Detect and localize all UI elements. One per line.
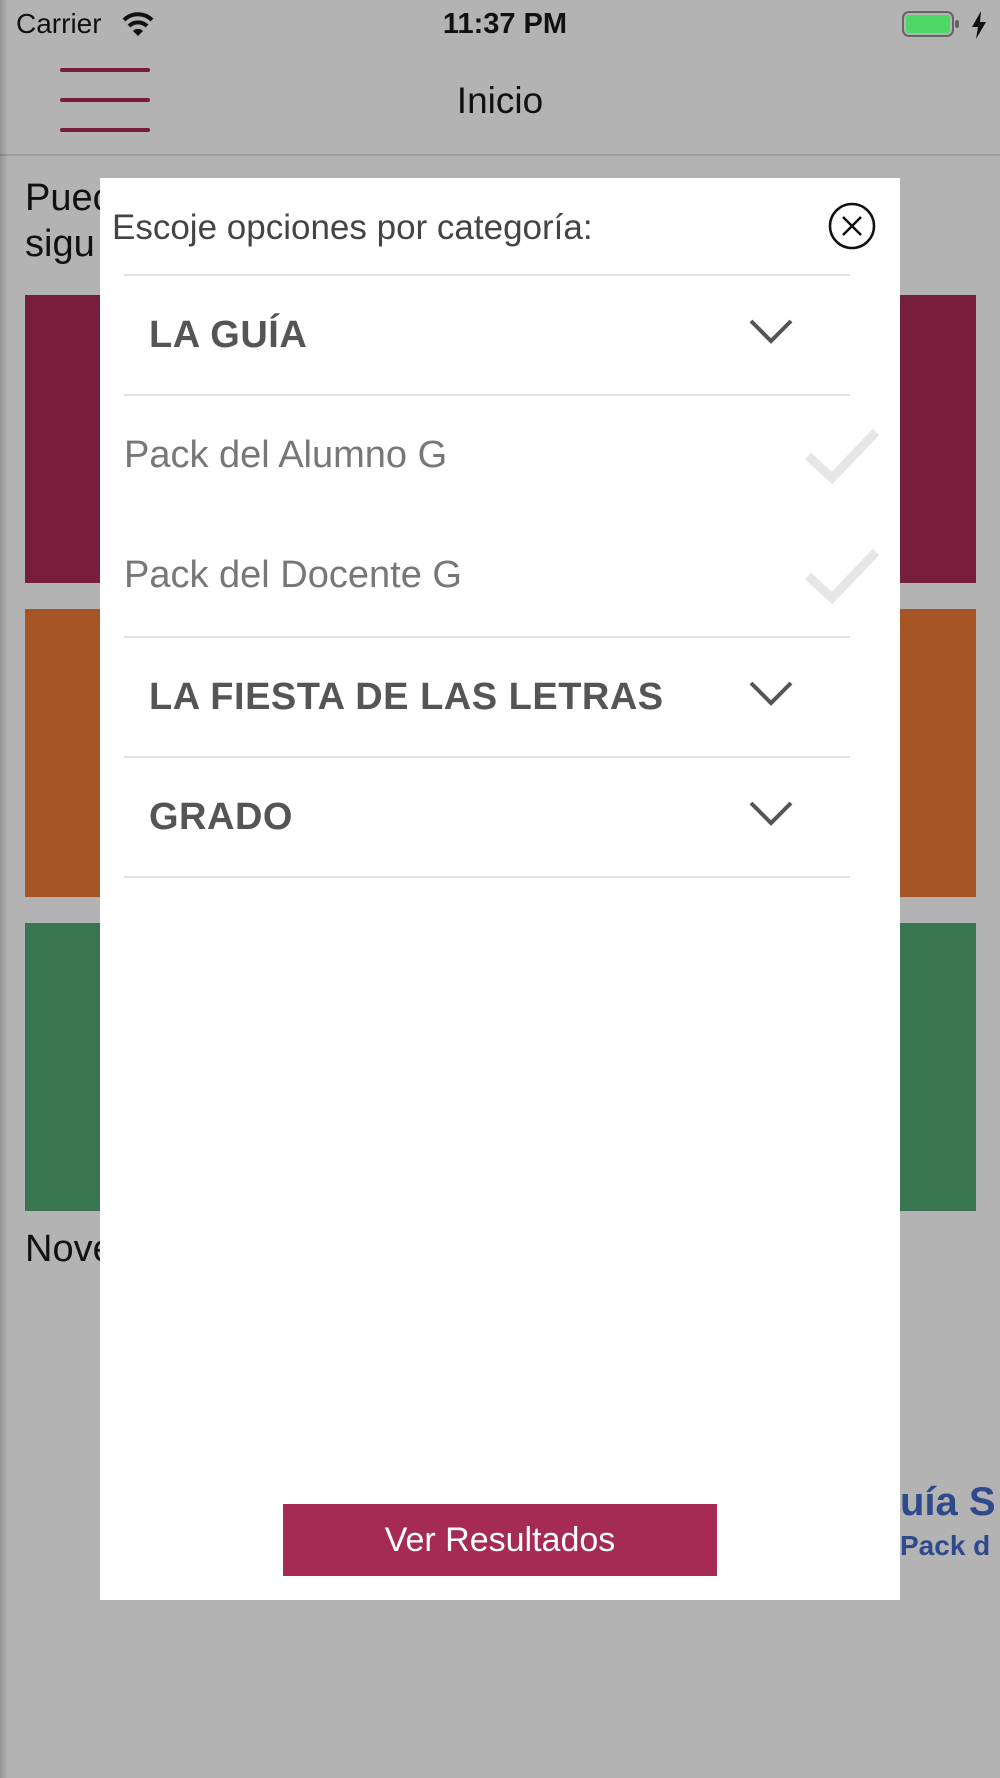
category-row-la-fiesta-de-las-letras[interactable]: LA FIESTA DE LAS LETRAS xyxy=(124,638,850,756)
status-bar: Carrier 11:37 PM xyxy=(0,0,1000,50)
charging-bolt-icon xyxy=(972,11,986,39)
chevron-down-icon xyxy=(749,801,793,826)
checkmark-icon[interactable] xyxy=(804,426,880,486)
promo-subtitle: Pack d xyxy=(900,1530,991,1561)
modal-header: Escoje opciones por categoría: xyxy=(112,208,593,247)
category-label: LA GUÍA xyxy=(149,314,308,356)
promo-title: uía S xyxy=(900,1480,996,1524)
ver-resultados-button[interactable]: Ver Resultados xyxy=(283,1504,717,1576)
divider xyxy=(124,876,850,878)
category-row-grado[interactable]: GRADO xyxy=(124,758,850,876)
category-row-la-guia[interactable]: LA GUÍA xyxy=(124,276,850,394)
page-title: Inicio xyxy=(456,80,544,121)
close-icon[interactable] xyxy=(828,202,876,250)
category-label: GRADO xyxy=(149,796,293,838)
section-title: Nove xyxy=(25,1228,105,1270)
option-row-pack-docente[interactable]: Pack del Docente G xyxy=(124,516,880,634)
filter-modal: Escoje opciones por categoría: LA GUÍA P… xyxy=(100,178,900,1600)
battery-icon xyxy=(902,11,959,37)
edge-shadow xyxy=(0,0,8,1778)
option-label: Pack del Docente G xyxy=(124,554,462,596)
chevron-down-icon xyxy=(749,681,793,706)
option-row-pack-alumno[interactable]: Pack del Alumno G xyxy=(124,396,880,514)
category-label: LA FIESTA DE LAS LETRAS xyxy=(149,676,664,718)
option-label: Pack del Alumno G xyxy=(124,434,448,476)
chevron-down-icon xyxy=(749,319,793,344)
checkmark-icon[interactable] xyxy=(804,546,880,606)
status-time: 11:37 PM xyxy=(442,8,568,40)
